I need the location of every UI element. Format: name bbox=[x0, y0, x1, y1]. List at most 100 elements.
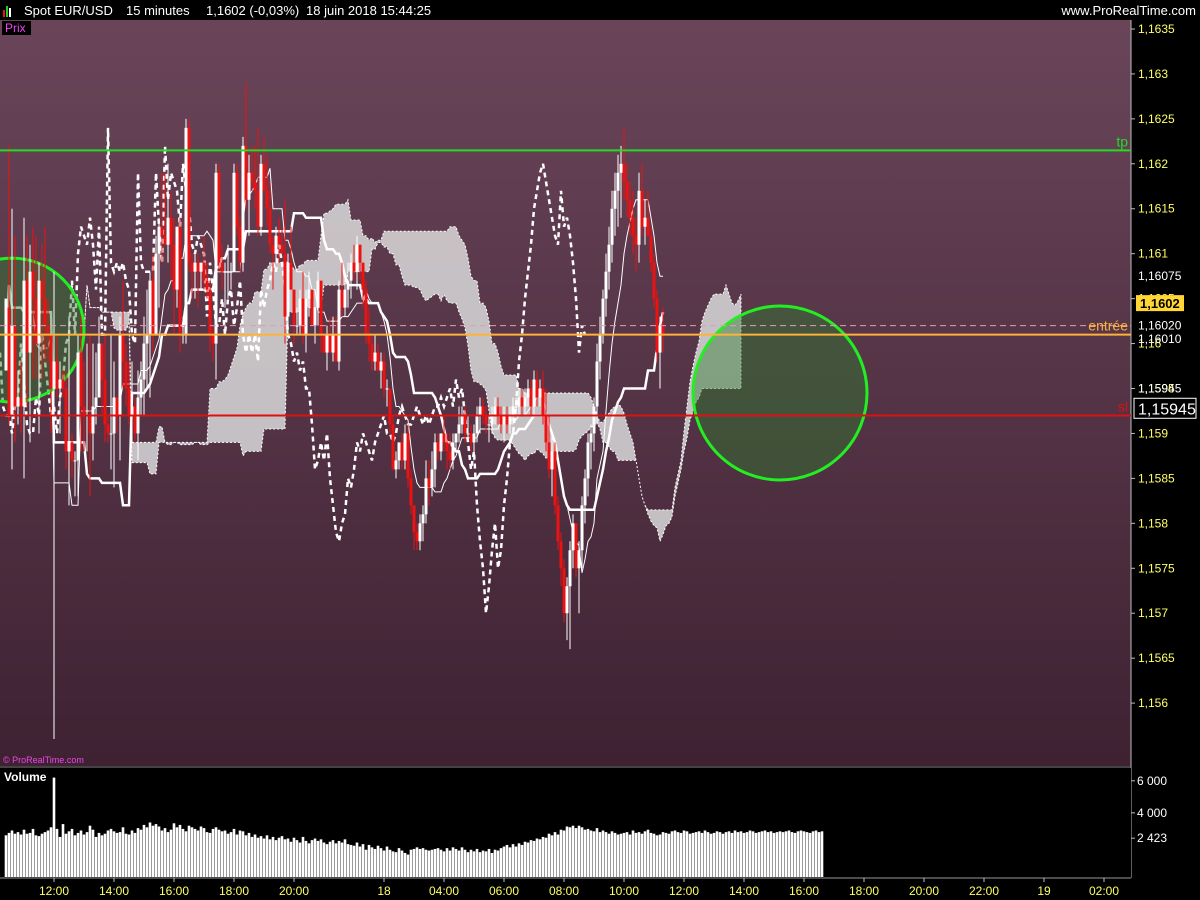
x-tick-label: 10:00 bbox=[609, 884, 639, 898]
candle bbox=[217, 163, 221, 272]
candle-body bbox=[49, 334, 53, 389]
volume-bar bbox=[802, 831, 806, 877]
volume-bar bbox=[685, 831, 689, 877]
candle-body bbox=[250, 172, 254, 182]
candle-body bbox=[658, 325, 662, 353]
last-price-label: 1,1602 bbox=[1140, 296, 1180, 311]
volume-bar bbox=[397, 848, 401, 877]
y-tick-label: 1,1625 bbox=[1138, 112, 1175, 126]
volume-bar bbox=[238, 830, 242, 877]
price-tag-label: 1,15945 bbox=[1138, 382, 1182, 396]
candle-body bbox=[61, 379, 65, 389]
candle-body bbox=[58, 379, 62, 389]
candle-body bbox=[145, 334, 149, 344]
volume-bar bbox=[7, 832, 11, 877]
candle bbox=[241, 136, 245, 272]
volume-bar bbox=[379, 848, 383, 877]
volume-bar bbox=[649, 832, 653, 877]
candle-body bbox=[394, 460, 398, 470]
candle-body bbox=[130, 406, 134, 416]
candle-body bbox=[190, 262, 194, 272]
volume-bar bbox=[223, 830, 227, 877]
candle-body bbox=[271, 244, 275, 254]
last-quote: 1,1602 (-0,03%) bbox=[206, 3, 299, 18]
candle-body bbox=[613, 190, 617, 209]
volume-bar bbox=[286, 838, 290, 877]
candle-body bbox=[157, 226, 161, 254]
candle-body bbox=[301, 298, 305, 335]
volume-bar bbox=[250, 836, 254, 877]
candle-body bbox=[265, 190, 269, 209]
candle-body bbox=[127, 388, 131, 416]
volume-bar bbox=[70, 828, 74, 877]
volume-bar bbox=[85, 832, 89, 877]
volume-bar bbox=[790, 832, 794, 877]
volume-bar bbox=[757, 832, 761, 877]
volume-bar bbox=[130, 830, 134, 877]
candle-body bbox=[403, 433, 407, 461]
volume-bar bbox=[214, 827, 218, 877]
candle-body bbox=[619, 163, 623, 173]
candle-body bbox=[88, 415, 92, 434]
volume-bar bbox=[451, 847, 455, 877]
x-tick-label: 14:00 bbox=[99, 884, 129, 898]
volume-bar bbox=[664, 832, 668, 877]
volume-bar bbox=[145, 827, 149, 877]
volume-bar bbox=[655, 835, 659, 877]
volume-bar bbox=[460, 847, 464, 877]
candle-body bbox=[505, 415, 509, 425]
volume-bar bbox=[46, 830, 50, 877]
volume-bar bbox=[316, 840, 320, 877]
volume-bar bbox=[196, 830, 200, 877]
volume-bar bbox=[526, 842, 530, 877]
y-tick-label: 1,161 bbox=[1138, 247, 1168, 261]
candle-body bbox=[472, 433, 476, 443]
candle-body bbox=[103, 379, 107, 425]
x-tick-label: 04:00 bbox=[429, 884, 459, 898]
candle-body bbox=[466, 433, 470, 435]
candle-body bbox=[433, 442, 437, 470]
volume-bar bbox=[772, 832, 776, 877]
volume-bar bbox=[253, 834, 257, 877]
volume-bar bbox=[235, 834, 239, 877]
price-tag-label: 1,16075 bbox=[1138, 269, 1182, 283]
site-link[interactable]: www.ProRealTime.com bbox=[1060, 3, 1196, 18]
volume-bar bbox=[454, 848, 458, 877]
candle-body bbox=[325, 334, 329, 353]
candle-body bbox=[244, 145, 248, 200]
candle-body bbox=[220, 262, 224, 272]
volume-bar bbox=[610, 831, 614, 877]
candle-body bbox=[178, 226, 182, 335]
timeframe[interactable]: 15 minutes bbox=[126, 3, 190, 18]
x-tick-label: 08:00 bbox=[549, 884, 579, 898]
volume-bar bbox=[64, 833, 68, 877]
y-tick-label: 1,162 bbox=[1138, 157, 1168, 171]
volume-bar bbox=[751, 831, 755, 877]
candle-body bbox=[445, 442, 449, 452]
volume-bar bbox=[190, 827, 194, 877]
volume-bar bbox=[727, 831, 731, 877]
volume-bar bbox=[412, 848, 416, 877]
candle-body bbox=[175, 226, 179, 290]
volume-bar bbox=[292, 837, 296, 877]
candle-body bbox=[616, 172, 620, 191]
volume-bar bbox=[382, 850, 386, 877]
candle bbox=[232, 163, 236, 272]
candle-body bbox=[370, 343, 374, 362]
volume-bar bbox=[52, 777, 56, 877]
candle-body bbox=[427, 478, 431, 488]
volume-bar bbox=[220, 831, 224, 877]
boxed-price-label: 1,15945 bbox=[1138, 401, 1196, 418]
candle-body bbox=[634, 235, 638, 245]
candle-body bbox=[499, 415, 503, 425]
candle-body bbox=[526, 388, 530, 398]
candle-body bbox=[217, 172, 221, 263]
candle-body bbox=[118, 334, 122, 416]
chart-canvas[interactable]: Spot EUR/USD 15 minutes 1,1602 (-0,03%) … bbox=[0, 0, 1200, 900]
volume-bar bbox=[697, 831, 701, 877]
candle-body bbox=[25, 280, 29, 353]
volume-bar bbox=[538, 839, 542, 877]
price-tag-label: 1,16020 bbox=[1138, 319, 1182, 333]
volume-bar bbox=[157, 826, 161, 877]
candle-body bbox=[172, 244, 176, 290]
